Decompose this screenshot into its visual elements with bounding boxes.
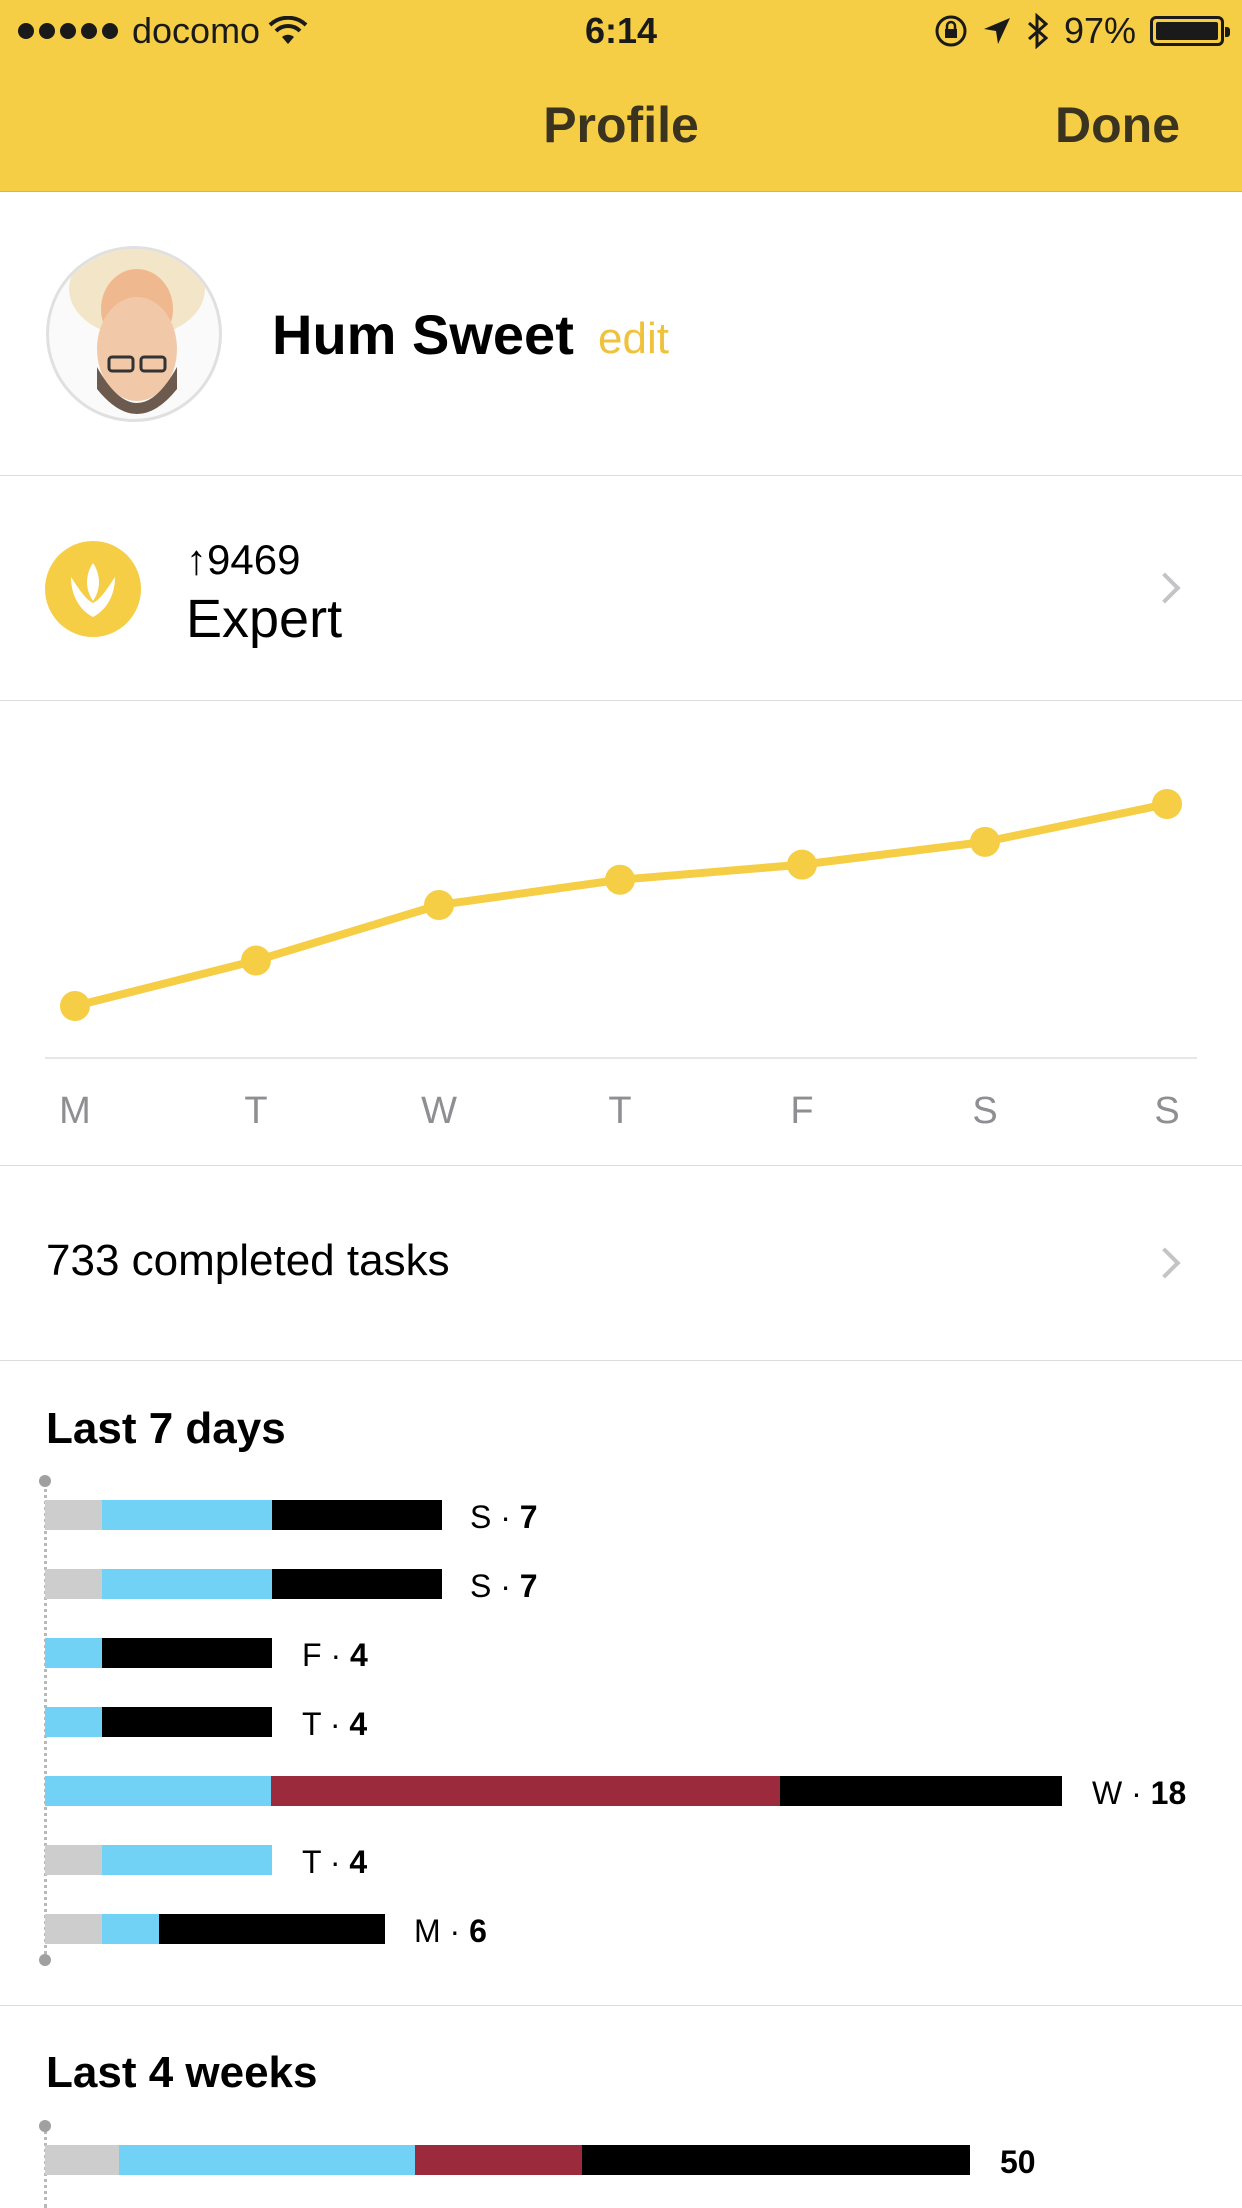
data-point: [60, 991, 90, 1021]
edit-name-button[interactable]: edit: [598, 314, 669, 364]
battery-percent: 97%: [1063, 10, 1136, 51]
chevron-right-icon: [1149, 572, 1181, 604]
x-tick-label: W: [421, 1090, 457, 1132]
day-bar-label: M · 6: [414, 1913, 487, 1949]
data-point: [605, 864, 635, 895]
x-tick-label: F: [790, 1090, 814, 1132]
day-bar: [45, 1845, 272, 1875]
rotation-lock-icon: [935, 15, 967, 47]
data-point: [241, 945, 271, 976]
last-4-weeks-title: Last 4 weeks: [46, 2048, 318, 2097]
chevron-right-icon: [1149, 1247, 1181, 1279]
data-point: [970, 826, 1000, 857]
profile-name: Hum Sweet: [272, 303, 574, 366]
last-7-days-title: Last 7 days: [46, 1404, 286, 1453]
day-bar-label: S · 7: [470, 1499, 538, 1535]
x-tick-label: M: [59, 1090, 91, 1132]
day-bar-label: T · 4: [302, 1844, 368, 1880]
day-bar: [45, 1500, 442, 1530]
divider: [0, 1165, 1242, 1166]
bluetooth-icon: [1027, 13, 1049, 49]
location-icon: [983, 18, 1010, 44]
level-badge-icon: [45, 541, 141, 637]
x-tick-label: T: [244, 1090, 268, 1132]
axis-dot: [39, 2120, 51, 2132]
battery-icon: [1150, 16, 1230, 46]
axis-dot: [39, 1475, 51, 1487]
avatar[interactable]: [46, 246, 222, 422]
done-button[interactable]: Done: [1055, 96, 1180, 154]
day-bar-label: T · 4: [302, 1706, 368, 1742]
week-bar: [45, 2145, 970, 2175]
x-tick-label: S: [1154, 1090, 1180, 1132]
status-bar: docomo 6:14 97%: [0, 0, 1242, 60]
divider: [0, 1360, 1242, 1361]
series-line: [74, 800, 1168, 1010]
status-right: 97%: [934, 10, 1230, 52]
day-bar-label: F · 4: [302, 1637, 368, 1673]
divider: [0, 2005, 1242, 2006]
day-bar: [45, 1569, 442, 1599]
axis-dot: [39, 1954, 51, 1966]
day-bar: [45, 1776, 1062, 1806]
day-bar-label: S · 7: [470, 1568, 538, 1604]
level-rank: Expert: [186, 589, 343, 649]
day-bar: [45, 1638, 272, 1668]
day-bar: [45, 1914, 385, 1944]
completed-tasks-label: 733 completed tasks: [46, 1236, 450, 1285]
x-tick-label: T: [608, 1090, 632, 1132]
divider: [0, 475, 1242, 476]
data-point: [1152, 789, 1182, 819]
data-point: [424, 890, 454, 920]
data-point: [787, 849, 817, 880]
level-points: ↑9469: [186, 536, 301, 583]
day-bar: [45, 1707, 272, 1737]
nav-header: docomo 6:14 97% Profile Done: [0, 0, 1242, 192]
avatar-image: [69, 249, 205, 414]
x-tick-label: S: [972, 1090, 998, 1132]
week-bar-label: 50: [1000, 2144, 1036, 2180]
day-bar-label: W · 18: [1092, 1775, 1187, 1811]
